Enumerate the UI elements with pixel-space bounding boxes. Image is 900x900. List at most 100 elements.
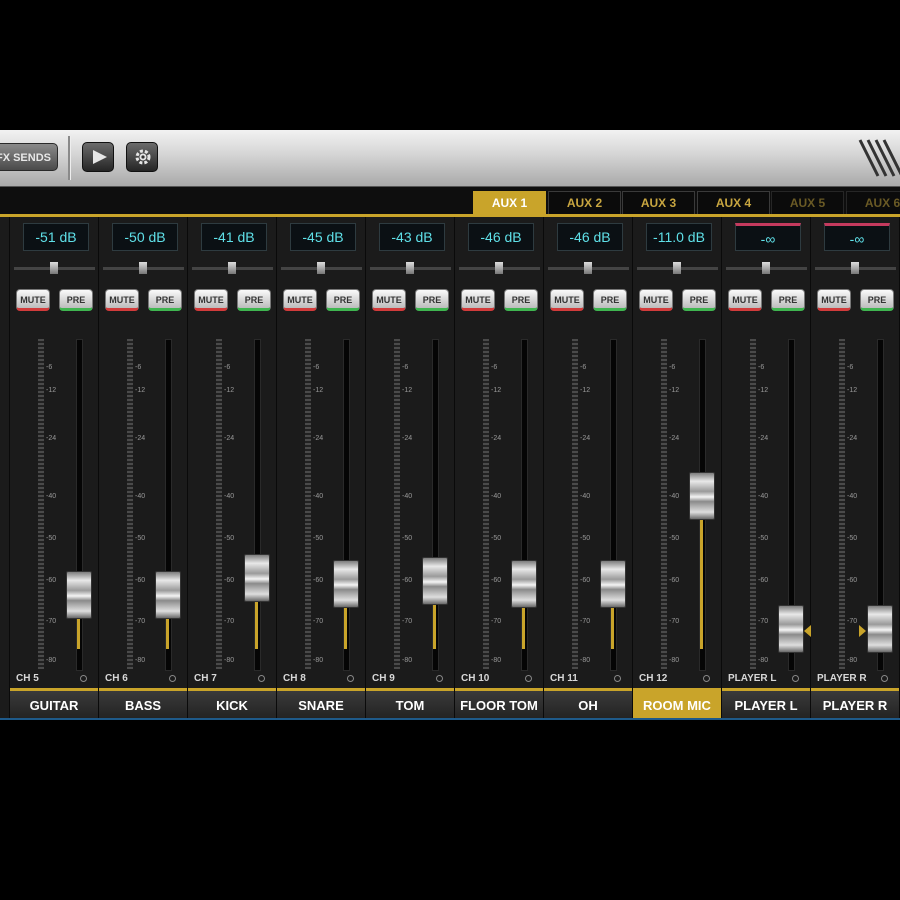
scale-label: -40 (135, 493, 146, 500)
pan-knob[interactable] (317, 262, 325, 274)
scale-label: -24 (46, 435, 57, 442)
pan-knob[interactable] (406, 262, 414, 274)
pre-button[interactable]: PRE (771, 289, 805, 311)
tab-aux-2[interactable]: AUX 2 (548, 191, 621, 214)
tab-aux-5[interactable]: AUX 5 (771, 191, 844, 214)
channel-link-icon[interactable] (436, 675, 443, 682)
channel-name-button[interactable]: OH (544, 691, 632, 720)
pan-slider[interactable] (726, 262, 807, 274)
channel-link-icon[interactable] (792, 675, 799, 682)
mute-button[interactable]: MUTE (16, 289, 50, 311)
pan-slider[interactable] (815, 262, 896, 274)
pan-knob[interactable] (139, 262, 147, 274)
pre-button[interactable]: PRE (415, 289, 449, 311)
scale-label: -40 (491, 493, 502, 500)
channel-name-button[interactable]: PLAYER L (722, 691, 810, 720)
mute-button[interactable]: MUTE (550, 289, 584, 311)
pan-knob[interactable] (495, 262, 503, 274)
pan-slider[interactable] (14, 262, 95, 274)
channel-link-icon[interactable] (347, 675, 354, 682)
scale-label: -60 (46, 577, 57, 584)
channel-link-icon[interactable] (258, 675, 265, 682)
scale-label: -6 (491, 364, 498, 371)
scale-label: -12 (669, 387, 680, 394)
scale-label: -50 (847, 535, 858, 542)
mute-button[interactable]: MUTE (817, 289, 851, 311)
pan-slider[interactable] (103, 262, 184, 274)
settings-button[interactable] (126, 142, 158, 172)
mute-button[interactable]: MUTE (105, 289, 139, 311)
channel-strip: -11.0 dB MUTE PRE -6 -12 -24 -40 -50 -60 -70 -80 CH… (633, 217, 722, 720)
channel-link-icon[interactable] (703, 675, 710, 682)
scale-label: -12 (402, 387, 413, 394)
channel-fader[interactable] (66, 571, 92, 619)
channel-name-button[interactable]: ROOM MIC (633, 691, 721, 720)
pan-knob[interactable] (762, 262, 770, 274)
channel-number-label: CH 8 (283, 673, 306, 684)
channel-link-icon[interactable] (169, 675, 176, 682)
channel-fader[interactable] (333, 560, 359, 608)
level-display: -∞ (735, 223, 801, 251)
mute-button[interactable]: MUTE (639, 289, 673, 311)
pan-slider[interactable] (281, 262, 362, 274)
scale-label: -60 (313, 577, 324, 584)
pan-slider[interactable] (637, 262, 718, 274)
pre-button[interactable]: PRE (148, 289, 182, 311)
mute-button[interactable]: MUTE (194, 289, 228, 311)
pan-knob[interactable] (851, 262, 859, 274)
channel-link-icon[interactable] (80, 675, 87, 682)
mute-button[interactable]: MUTE (283, 289, 317, 311)
channel-name-button[interactable]: TOM (366, 691, 454, 720)
pre-button[interactable]: PRE (326, 289, 360, 311)
channel-fader[interactable] (600, 560, 626, 608)
channel-fader[interactable] (689, 472, 715, 520)
pre-button[interactable]: PRE (593, 289, 627, 311)
channel-number-label: CH 10 (461, 673, 490, 684)
mute-button[interactable]: MUTE (728, 289, 762, 311)
channel-fader[interactable] (155, 571, 181, 619)
channel-name-button[interactable]: SNARE (277, 691, 365, 720)
pan-knob[interactable] (584, 262, 592, 274)
channel-name-button[interactable]: PLAYER R (811, 691, 899, 720)
channel-name-button[interactable]: FLOOR TOM (455, 691, 543, 720)
scale-label: -12 (847, 387, 858, 394)
scale-label: -40 (847, 493, 858, 500)
channel-fader[interactable] (778, 605, 804, 653)
level-display: -51 dB (23, 223, 89, 251)
pan-slider[interactable] (370, 262, 451, 274)
channel-number-label: PLAYER L (728, 673, 777, 684)
channel-link-icon[interactable] (614, 675, 621, 682)
mute-button[interactable]: MUTE (461, 289, 495, 311)
pan-knob[interactable] (228, 262, 236, 274)
pan-knob[interactable] (673, 262, 681, 274)
pre-button[interactable]: PRE (860, 289, 894, 311)
channel-fader[interactable] (867, 605, 893, 653)
channel-name-button[interactable]: GUITAR (10, 691, 98, 720)
tab-aux-6[interactable]: AUX 6 (846, 191, 900, 214)
tab-aux-4[interactable]: AUX 4 (697, 191, 770, 214)
level-display: -∞ (824, 223, 890, 251)
scale-label: -60 (847, 577, 858, 584)
level-display: -43 dB (379, 223, 445, 251)
fx-sends-button[interactable]: FX SENDS (0, 143, 58, 171)
pan-slider[interactable] (192, 262, 273, 274)
play-button[interactable] (82, 142, 114, 172)
channel-link-icon[interactable] (525, 675, 532, 682)
pan-slider[interactable] (548, 262, 629, 274)
mute-button[interactable]: MUTE (372, 289, 406, 311)
pan-slider[interactable] (459, 262, 540, 274)
pan-knob[interactable] (50, 262, 58, 274)
channel-fader[interactable] (422, 557, 448, 605)
tab-aux-1[interactable]: AUX 1 (473, 191, 546, 214)
pre-button[interactable]: PRE (237, 289, 271, 311)
channel-fader[interactable] (244, 554, 270, 602)
channel-name-button[interactable]: KICK (188, 691, 276, 720)
channel-link-icon[interactable] (881, 675, 888, 682)
tab-aux-3[interactable]: AUX 3 (622, 191, 695, 214)
pre-button[interactable]: PRE (504, 289, 538, 311)
db-scale: -6 -12 -24 -40 -50 -60 -70 -80 (491, 335, 507, 675)
channel-name-button[interactable]: BASS (99, 691, 187, 720)
channel-fader[interactable] (511, 560, 537, 608)
pre-button[interactable]: PRE (59, 289, 93, 311)
pre-button[interactable]: PRE (682, 289, 716, 311)
